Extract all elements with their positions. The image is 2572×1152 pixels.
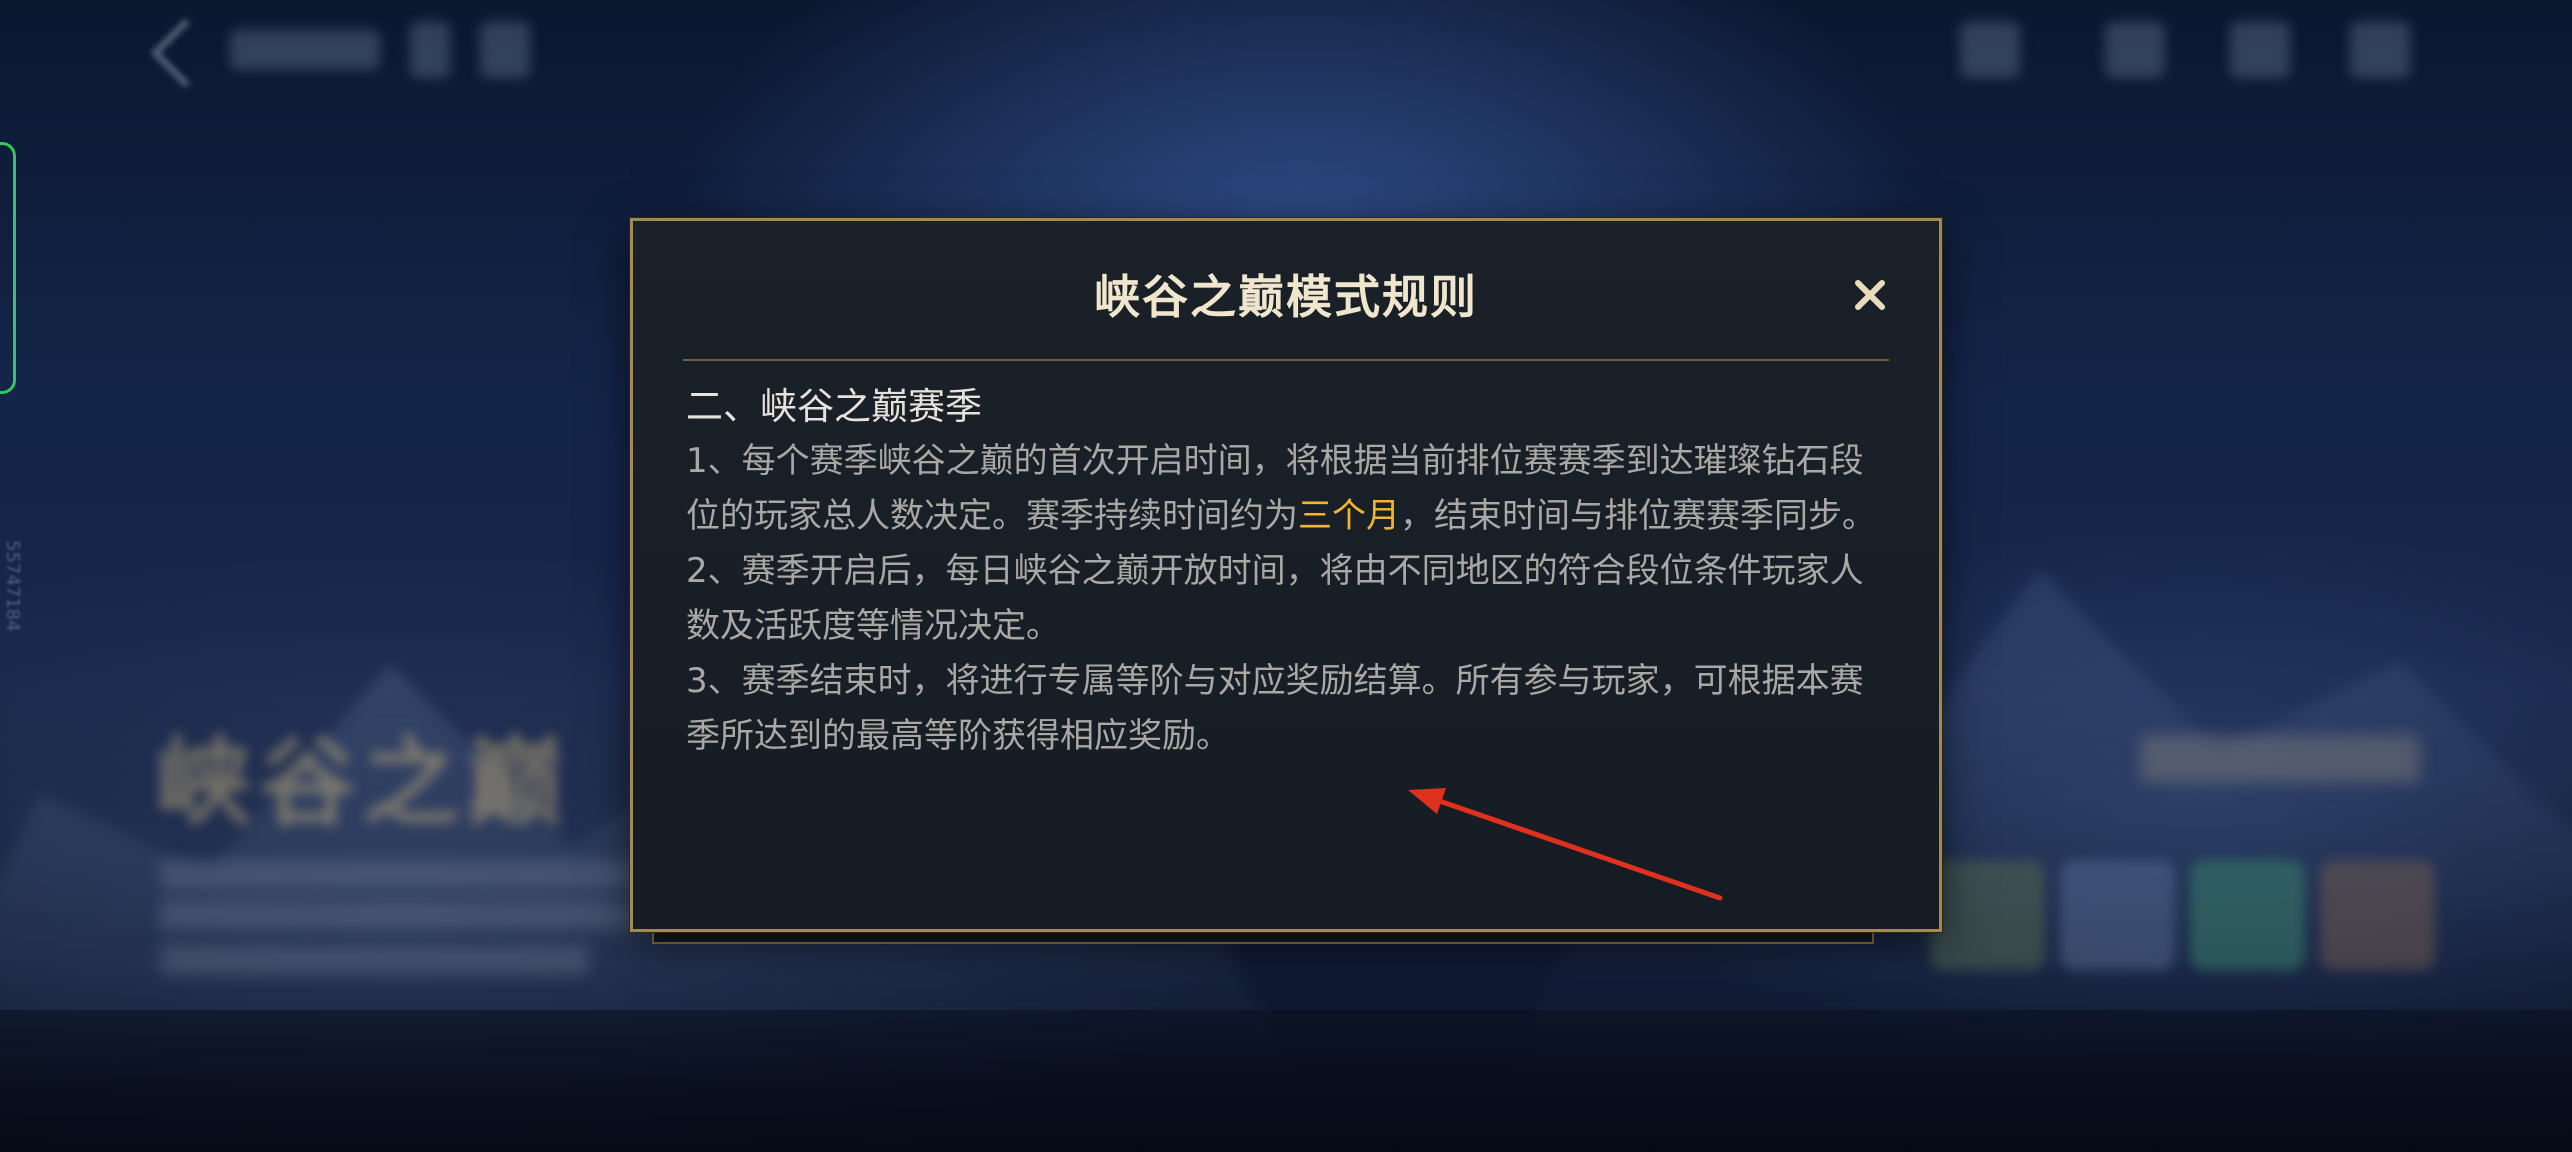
mode-title-background: 峡谷之巅 xyxy=(155,727,571,839)
reward-slot[interactable] xyxy=(2190,860,2305,970)
top-right-tool-icon-2[interactable] xyxy=(2105,22,2165,78)
rule-1-text: 1、每个赛季峡谷之巅的首次开启时间，将根据当前排位赛赛季到达璀璨钻石段位的玩家总… xyxy=(686,434,1896,544)
right-panel-label xyxy=(2140,735,2420,783)
game-screen: 55747184 峡谷之巅 峡谷之巅模式规则 二、峡谷之巅赛季 1、每个赛季峡谷… xyxy=(0,0,2572,1152)
info-icon[interactable] xyxy=(410,22,450,78)
section-heading: 二、峡谷之巅赛季 xyxy=(686,385,982,428)
bottom-navigation xyxy=(0,1010,2572,1152)
mode-description-line xyxy=(160,945,590,975)
top-right-tool-icon-4[interactable] xyxy=(2350,22,2410,78)
close-icon[interactable] xyxy=(1846,271,1894,319)
title-divider xyxy=(683,359,1889,361)
settings-icon[interactable] xyxy=(480,22,530,78)
top-left-label xyxy=(230,30,380,70)
rule-3-text: 3、赛季结束时，将进行专属等阶与对应奖励结算。所有参与玩家，可根据本赛季所达到的… xyxy=(686,661,1864,756)
rules-dialog: 峡谷之巅模式规则 二、峡谷之巅赛季 1、每个赛季峡谷之巅的首次开启时间，将根据当… xyxy=(630,218,1942,932)
rule-1-text-end: ，结束时间与排位赛赛季同步。 xyxy=(1400,496,1876,536)
rules-content: 二、峡谷之巅赛季 1、每个赛季峡谷之巅的首次开启时间，将根据当前排位赛赛季到达璀… xyxy=(686,379,1896,764)
side-drawer-handle[interactable] xyxy=(0,142,16,394)
reward-slot[interactable] xyxy=(2060,860,2175,970)
rule-2-text: 2、赛季开启后，每日峡谷之巅开放时间，将由不同地区的符合段位条件玩家人数及活跃度… xyxy=(686,551,1864,646)
rule-1-highlight: 三个月 xyxy=(1298,496,1400,536)
mode-description-line xyxy=(160,860,680,890)
reward-slot[interactable] xyxy=(2320,860,2435,970)
side-id-text: 55747184 xyxy=(2,540,23,632)
dialog-title: 峡谷之巅模式规则 xyxy=(1094,270,1478,324)
top-right-tool-icon-1[interactable] xyxy=(1960,22,2020,78)
reward-slot[interactable] xyxy=(1930,860,2045,970)
close-button[interactable] xyxy=(1846,271,1894,319)
top-right-tool-icon-3[interactable] xyxy=(2230,22,2290,78)
